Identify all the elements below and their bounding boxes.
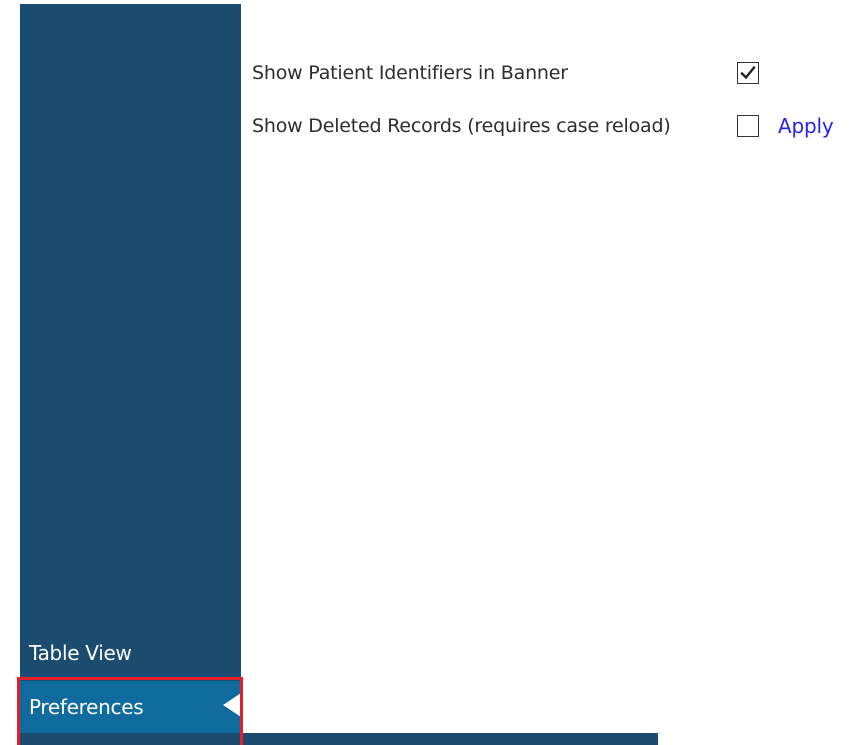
sidebar-item-table-view[interactable]: Table View <box>20 628 241 678</box>
bottom-bar <box>243 733 658 745</box>
show-deleted-records-checkbox[interactable] <box>737 115 759 137</box>
apply-link[interactable]: Apply <box>778 111 834 141</box>
show-deleted-records-label: Show Deleted Records (requires case relo… <box>252 115 671 137</box>
preference-row-patient-identifiers: Show Patient Identifiers in Banner <box>252 58 568 88</box>
show-patient-identifiers-checkbox[interactable] <box>737 62 759 84</box>
active-item-caret-icon <box>223 693 241 717</box>
preference-row-deleted-records: Show Deleted Records (requires case relo… <box>252 111 671 141</box>
checkmark-icon <box>740 65 756 80</box>
show-patient-identifiers-label: Show Patient Identifiers in Banner <box>252 62 568 84</box>
sidebar-nav: Table View Preferences <box>20 4 241 745</box>
sidebar-item-preferences[interactable]: Preferences <box>20 681 241 733</box>
preferences-screen: Table View Preferences Show Patient Iden… <box>0 0 849 745</box>
